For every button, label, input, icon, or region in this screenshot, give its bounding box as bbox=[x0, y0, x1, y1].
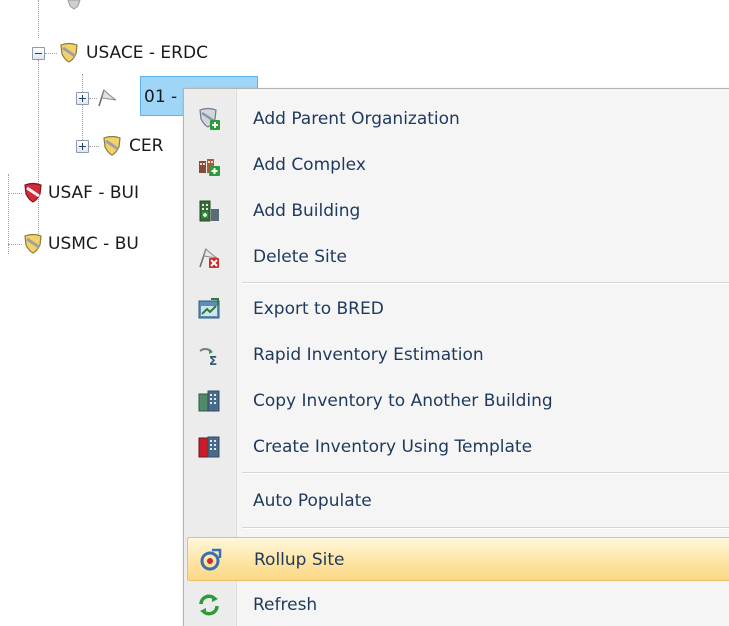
tree-node-label-usaf[interactable]: USAF - BUI bbox=[48, 182, 139, 204]
menu-item-label: Delete Site bbox=[253, 247, 347, 267]
tree-connector bbox=[38, 0, 39, 38]
menu-item-label: Rapid Inventory Estimation bbox=[253, 345, 484, 365]
tree-node-label-usace[interactable]: USACE - ERDC bbox=[86, 42, 208, 64]
tree-node-label-cer[interactable]: CER bbox=[129, 135, 163, 157]
copy-inventory-icon bbox=[198, 390, 220, 412]
menu-item-label: Auto Populate bbox=[253, 491, 372, 511]
flag-icon bbox=[98, 89, 117, 107]
menu-item-rapid-inventory-estimation[interactable]: Σ Rapid Inventory Estimation bbox=[187, 333, 729, 377]
menu-item-label: Refresh bbox=[253, 595, 318, 615]
shield-icon bbox=[60, 42, 78, 63]
menu-item-label: Create Inventory Using Template bbox=[253, 437, 533, 457]
tree-connector bbox=[8, 193, 22, 194]
menu-item-auto-populate[interactable]: Auto Populate bbox=[187, 479, 729, 523]
menu-item-rollup-site[interactable]: Rollup Site bbox=[187, 537, 729, 581]
tree-connector bbox=[8, 174, 9, 254]
menu-separator bbox=[242, 527, 729, 529]
delete-site-icon bbox=[199, 248, 219, 268]
menu-separator bbox=[242, 282, 729, 284]
menu-item-add-complex[interactable]: Add Complex bbox=[187, 143, 729, 187]
menu-item-create-inventory-template[interactable]: Create Inventory Using Template bbox=[187, 425, 729, 469]
add-building-icon bbox=[199, 200, 219, 222]
shield-icon bbox=[103, 135, 121, 156]
tree-connector bbox=[45, 53, 57, 54]
menu-separator bbox=[242, 472, 729, 474]
menu-item-label: Add Complex bbox=[253, 155, 366, 175]
menu-item-copy-inventory[interactable]: Copy Inventory to Another Building bbox=[187, 379, 729, 423]
menu-item-label: Export to BRED bbox=[253, 299, 384, 319]
tree-node-label-usmc[interactable]: USMC - BU bbox=[48, 233, 139, 255]
add-organization-icon bbox=[199, 107, 220, 130]
refresh-icon bbox=[199, 594, 219, 616]
export-icon bbox=[198, 298, 220, 319]
rollup-icon bbox=[200, 548, 222, 571]
shield-icon bbox=[24, 182, 42, 203]
menu-item-export-to-bred[interactable]: Export to BRED bbox=[187, 287, 729, 331]
menu-item-label: Add Parent Organization bbox=[253, 109, 460, 129]
usace-collapse-toggle[interactable] bbox=[32, 47, 45, 60]
menu-item-add-building[interactable]: Add Building bbox=[187, 189, 729, 233]
rapid-estimation-icon: Σ bbox=[199, 348, 217, 367]
tree-connector bbox=[38, 60, 39, 238]
shield-icon bbox=[24, 233, 42, 254]
template-inventory-icon bbox=[198, 436, 220, 458]
site-expand-toggle[interactable] bbox=[76, 92, 89, 105]
menu-item-label: Copy Inventory to Another Building bbox=[253, 391, 553, 411]
tree-node-label-site[interactable]: 01 - bbox=[144, 86, 177, 108]
tree-connector bbox=[89, 146, 99, 147]
svg-text:Σ: Σ bbox=[209, 354, 217, 367]
menu-item-label: Rollup Site bbox=[254, 550, 345, 570]
cer-expand-toggle[interactable] bbox=[76, 140, 89, 153]
menu-item-delete-site[interactable]: Delete Site bbox=[187, 235, 729, 279]
add-complex-icon bbox=[199, 159, 220, 176]
menu-item-refresh[interactable]: Refresh bbox=[187, 583, 729, 626]
tree-connector bbox=[8, 244, 22, 245]
partial-node-icon bbox=[67, 0, 81, 10]
app-window: USACE - ERDC 01 - CER USAF - BUI USMC - … bbox=[0, 0, 729, 626]
menu-item-label: Add Building bbox=[253, 201, 361, 221]
context-menu: Add Parent Organization Add Complex Add … bbox=[183, 88, 729, 626]
menu-item-add-parent-organization[interactable]: Add Parent Organization bbox=[187, 97, 729, 141]
